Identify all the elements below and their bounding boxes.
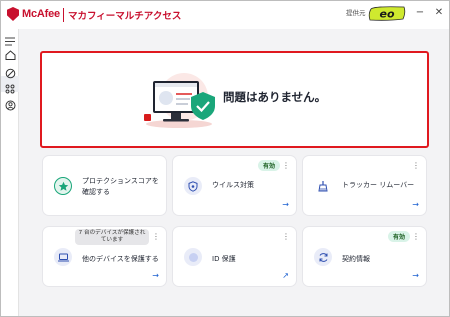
eo-provider-logo: eo bbox=[368, 6, 406, 21]
more-options-icon[interactable]: ⋮ bbox=[282, 233, 290, 241]
protect-devices-card[interactable]: 7 台のデバイスが保護されています ⋮ 他のデバイスを保護する → bbox=[43, 227, 166, 286]
account-icon[interactable] bbox=[4, 99, 16, 111]
subscription-info-label: 契約情報 bbox=[342, 255, 370, 263]
status-badge: 有効 bbox=[257, 160, 280, 171]
id-protection-card[interactable]: ⋮ ID 保護 ↗ bbox=[173, 227, 296, 286]
provider-label: 提供元 bbox=[346, 9, 366, 17]
close-button[interactable]: ✕ bbox=[434, 5, 444, 19]
protect-devices-label: 他のデバイスを保護する bbox=[82, 255, 159, 263]
arrow-right-icon[interactable]: → bbox=[412, 271, 419, 280]
more-options-icon[interactable]: ⋮ bbox=[412, 233, 420, 241]
more-options-icon[interactable]: ⋮ bbox=[412, 162, 420, 170]
antivirus-card[interactable]: 有効 ⋮ ウイルス対策 → bbox=[173, 156, 296, 215]
main-content: 問題はありません。 プロテクションスコアを確認する 有効 ⋮ ウイルス対策 → … bbox=[20, 29, 449, 316]
antivirus-label: ウイルス対策 bbox=[212, 181, 254, 189]
mcafee-shield-icon bbox=[7, 7, 19, 21]
apps-icon[interactable] bbox=[4, 83, 16, 95]
more-options-icon[interactable]: ⋮ bbox=[152, 233, 160, 241]
id-icon bbox=[184, 248, 202, 266]
refresh-icon bbox=[314, 248, 332, 266]
home-icon[interactable] bbox=[4, 49, 16, 61]
protection-score-card[interactable]: プロテクションスコアを確認する bbox=[43, 156, 166, 215]
status-badge: 有効 bbox=[387, 231, 410, 242]
id-protection-label: ID 保護 bbox=[212, 255, 236, 263]
subscription-info-card[interactable]: 有効 ⋮ 契約情報 → bbox=[303, 227, 426, 286]
status-hero-card: 問題はありません。 bbox=[40, 51, 429, 148]
title-divider bbox=[63, 8, 64, 22]
devices-note-badge: 7 台のデバイスが保護されています bbox=[75, 229, 149, 245]
arrow-right-icon[interactable]: → bbox=[152, 271, 159, 280]
minimize-button[interactable]: − bbox=[415, 5, 425, 19]
status-text: 問題はありません。 bbox=[223, 90, 327, 104]
shield-icon bbox=[184, 177, 202, 195]
arrow-right-icon[interactable]: → bbox=[412, 200, 419, 209]
tracker-remover-label: トラッカー リムーバー bbox=[342, 181, 415, 189]
protected-computer-illustration bbox=[144, 73, 215, 128]
protection-icon[interactable] bbox=[4, 67, 16, 79]
sidebar bbox=[1, 29, 19, 316]
title-bar: McAfee マカフィーマルチアクセス 提供元 eo − ✕ bbox=[1, 1, 449, 29]
more-options-icon[interactable]: ⋮ bbox=[282, 162, 290, 170]
brand-name: McAfee bbox=[22, 8, 60, 20]
protection-score-label: プロテクションスコアを確認する bbox=[82, 177, 159, 196]
devices-icon bbox=[54, 248, 72, 266]
app-title: マカフィーマルチアクセス bbox=[68, 11, 182, 22]
menu-icon[interactable] bbox=[4, 35, 16, 47]
mcafee-logo: McAfee bbox=[7, 7, 60, 21]
svg-text:eo: eo bbox=[379, 8, 394, 21]
tracker-remover-card[interactable]: ⋮ トラッカー リムーバー → bbox=[303, 156, 426, 215]
external-link-icon[interactable]: ↗ bbox=[282, 271, 289, 280]
broom-icon bbox=[314, 177, 332, 195]
app-window: McAfee マカフィーマルチアクセス 提供元 eo − ✕ 問題はありません。… bbox=[0, 0, 450, 317]
arrow-right-icon[interactable]: → bbox=[282, 200, 289, 209]
star-shield-icon bbox=[54, 177, 72, 195]
